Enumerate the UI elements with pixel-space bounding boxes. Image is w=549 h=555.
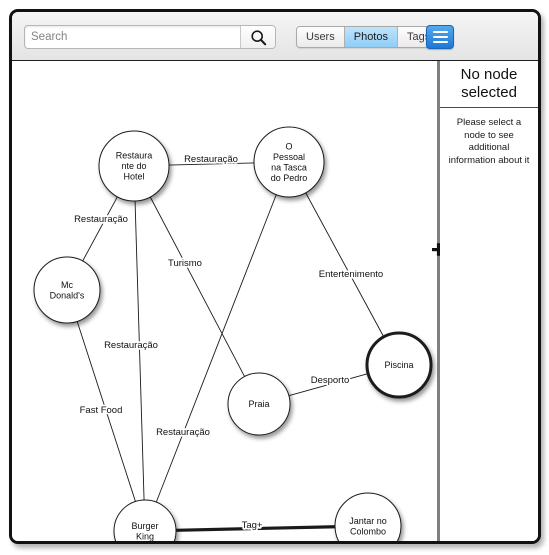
edge-label: Restauração [156, 427, 210, 438]
graph-node[interactable]: Jantar no Colombo [334, 492, 402, 544]
graph-node[interactable]: O Pessoal na Tasca do Pedro [253, 126, 325, 198]
graph-node[interactable]: Praia [227, 372, 291, 436]
graph-edge[interactable] [82, 196, 118, 262]
edge-label: Restauração [104, 340, 158, 351]
search-icon[interactable] [240, 26, 275, 48]
graph-edge[interactable] [305, 192, 385, 338]
graph-canvas[interactable]: Restaura nte do Hotel O Pessoal na Tasca do Pe… [12, 61, 437, 544]
edge-label: Restauração [74, 214, 128, 225]
graph-node[interactable]: Piscina [365, 331, 433, 399]
info-panel-message: Please select a node to see additional i… [448, 117, 530, 166]
graph-nodes: Restaura nte do Hotel O Pessoal na Tasca do Pe… [33, 126, 433, 544]
edge-label: Turismo [168, 258, 202, 269]
graph-node[interactable]: Burger King [113, 499, 177, 544]
search-input[interactable] [25, 26, 240, 48]
info-panel-title: No node selected [460, 66, 518, 101]
info-panel-divider [440, 107, 538, 108]
node-label: Jantar no Colombo [349, 516, 387, 537]
toolbar: Users Photos Tags [12, 12, 538, 60]
edge-label: Restauração [184, 154, 238, 165]
graph-browser-window: Users Photos Tags Restaurante doHotel [9, 9, 541, 544]
node-label: Piscina [384, 360, 413, 370]
graph-svg: Restaura nte do Hotel O Pessoal na Tasca do Pe… [33, 126, 433, 544]
info-panel: No node selected Please select a node to… [440, 61, 538, 541]
graph-node[interactable]: Mc Donald's [33, 256, 101, 324]
segment-users[interactable]: Users [297, 27, 345, 47]
application-root: Users Photos Tags Restaurante doHotel [0, 0, 549, 555]
edge-label: Entertenimento [319, 269, 383, 280]
search-field[interactable] [24, 25, 276, 49]
edge-label: Fast Food [80, 405, 123, 416]
node-label: Praia [248, 399, 269, 409]
menu-line-1 [432, 31, 448, 33]
edge-label: Desporto [311, 375, 350, 386]
graph-edge-labels: Restauração Restauração Restauração Restaur… [72, 152, 385, 533]
menu-line-3 [432, 41, 448, 43]
graph-edge[interactable] [149, 196, 245, 377]
hamburger-menu-icon[interactable] [426, 25, 454, 49]
graph-node[interactable]: Restaura nte do Hotel [98, 130, 170, 202]
edge-label: Tag+ [242, 520, 263, 531]
view-mode-segmented-control[interactable]: Users Photos Tags [296, 26, 441, 48]
menu-line-2 [432, 36, 448, 38]
graph-edge[interactable] [155, 194, 277, 503]
segment-photos[interactable]: Photos [344, 27, 398, 47]
